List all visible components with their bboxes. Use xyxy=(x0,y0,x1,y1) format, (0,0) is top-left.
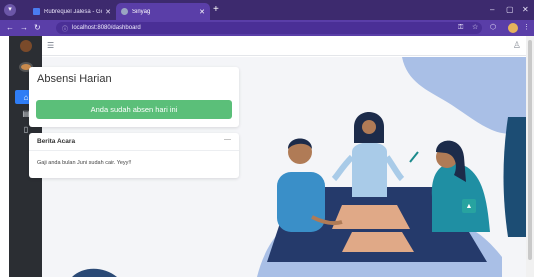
new-tab-icon[interactable]: + xyxy=(213,4,219,16)
berita-header: Berita Acara — xyxy=(29,133,239,151)
browser-toolbar: ← → ↻ ⓘ localhost:8080/dashboard ⚿ ☆ ⬡ ⋮ xyxy=(0,20,534,36)
profile-avatar[interactable] xyxy=(508,23,518,33)
forward-icon[interactable]: → xyxy=(20,22,28,34)
browser-tabbar: ▾ Rubrequel Jalesa - Google Doc ✕ Sinyag… xyxy=(0,0,534,20)
absensi-title: Absensi Harian xyxy=(37,73,112,85)
browser-more-icon[interactable]: ⋮ xyxy=(523,23,530,33)
close-tab-icon[interactable]: ✕ xyxy=(199,8,205,16)
minimize-icon[interactable]: – xyxy=(490,4,494,16)
berita-title: Berita Acara xyxy=(37,138,76,145)
browser-tab-active[interactable]: Sinyag ✕ xyxy=(116,3,210,20)
browser-tab-docs[interactable]: Rubrequel Jalesa - Google Doc ✕ xyxy=(28,3,116,20)
browser-menu-icon[interactable]: ▾ xyxy=(4,4,16,16)
tab-label: Sinyag xyxy=(132,8,151,15)
hamburger-menu-icon[interactable]: ☰ xyxy=(47,41,54,50)
url-text: localhost:8080/dashboard xyxy=(72,25,141,31)
user-icon[interactable]: ♙ xyxy=(513,40,521,51)
berita-message: Gaji anda bulan Juni sudah cair. Yeyy!! xyxy=(37,160,132,166)
avatar[interactable] xyxy=(20,40,32,52)
site-info-icon[interactable]: ⓘ xyxy=(62,24,68,33)
collapse-icon[interactable]: — xyxy=(224,136,231,143)
address-bar[interactable]: ⓘ localhost:8080/dashboard xyxy=(56,22,482,34)
close-tab-icon[interactable]: ✕ xyxy=(105,8,111,16)
berita-card: Berita Acara — Gaji anda bulan Juni suda… xyxy=(29,133,239,178)
reload-icon[interactable]: ↻ xyxy=(34,22,41,34)
close-window-icon[interactable]: ✕ xyxy=(522,4,529,16)
restore-icon[interactable]: ▢ xyxy=(506,4,514,16)
globe-favicon-icon xyxy=(121,8,128,15)
bookmark-star-icon[interactable]: ☆ xyxy=(472,23,478,33)
key-icon[interactable]: ⚿ xyxy=(458,23,463,33)
back-icon[interactable]: ← xyxy=(6,22,14,34)
extensions-icon[interactable]: ⬡ xyxy=(490,23,496,33)
home-icon: ⌂ xyxy=(23,92,29,102)
app-topbar: ☰ ♙ xyxy=(42,36,526,56)
absensi-card: Absensi Harian Anda sudah absen hari ini xyxy=(29,67,239,127)
back-to-top-button[interactable]: ▲ xyxy=(462,199,476,213)
document-icon: ▯ xyxy=(23,124,29,134)
tab-label: Rubrequel Jalesa - Google Doc xyxy=(44,8,102,15)
absensi-status-button[interactable]: Anda sudah absen hari ini xyxy=(36,100,232,119)
scrollbar-thumb[interactable] xyxy=(528,40,532,260)
chevron-up-icon: ▲ xyxy=(465,202,473,210)
docs-favicon-icon xyxy=(33,8,40,15)
